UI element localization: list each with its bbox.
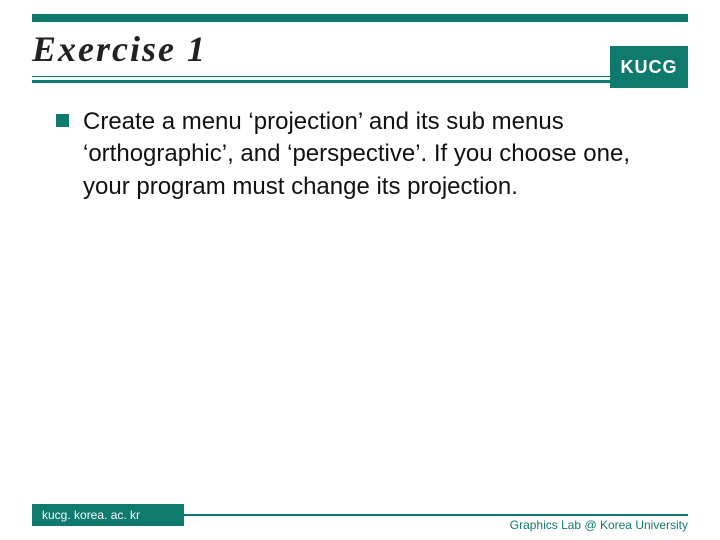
bullet-text: Create a menu ‘projection’ and its sub m… (83, 106, 672, 203)
footer-rule (184, 514, 688, 516)
title-underline (32, 76, 688, 83)
thick-rule (32, 80, 688, 83)
logo-text: KUCG (621, 57, 678, 78)
body-area: Create a menu ‘projection’ and its sub m… (56, 106, 672, 203)
list-item: Create a menu ‘projection’ and its sub m… (56, 106, 672, 203)
header-top-bar (32, 14, 688, 22)
logo-box: KUCG (610, 46, 688, 88)
square-bullet-icon (56, 114, 69, 127)
footer-credit: Graphics Lab @ Korea University (510, 518, 688, 532)
page-title: Exercise 1 (32, 28, 688, 70)
title-wrap: Exercise 1 (32, 28, 688, 70)
slide: Exercise 1 KUCG Create a menu ‘projectio… (0, 0, 720, 540)
thin-rule (32, 76, 688, 77)
footer-left-box: kucg. korea. ac. kr (32, 504, 184, 526)
footer-url: kucg. korea. ac. kr (42, 508, 140, 522)
